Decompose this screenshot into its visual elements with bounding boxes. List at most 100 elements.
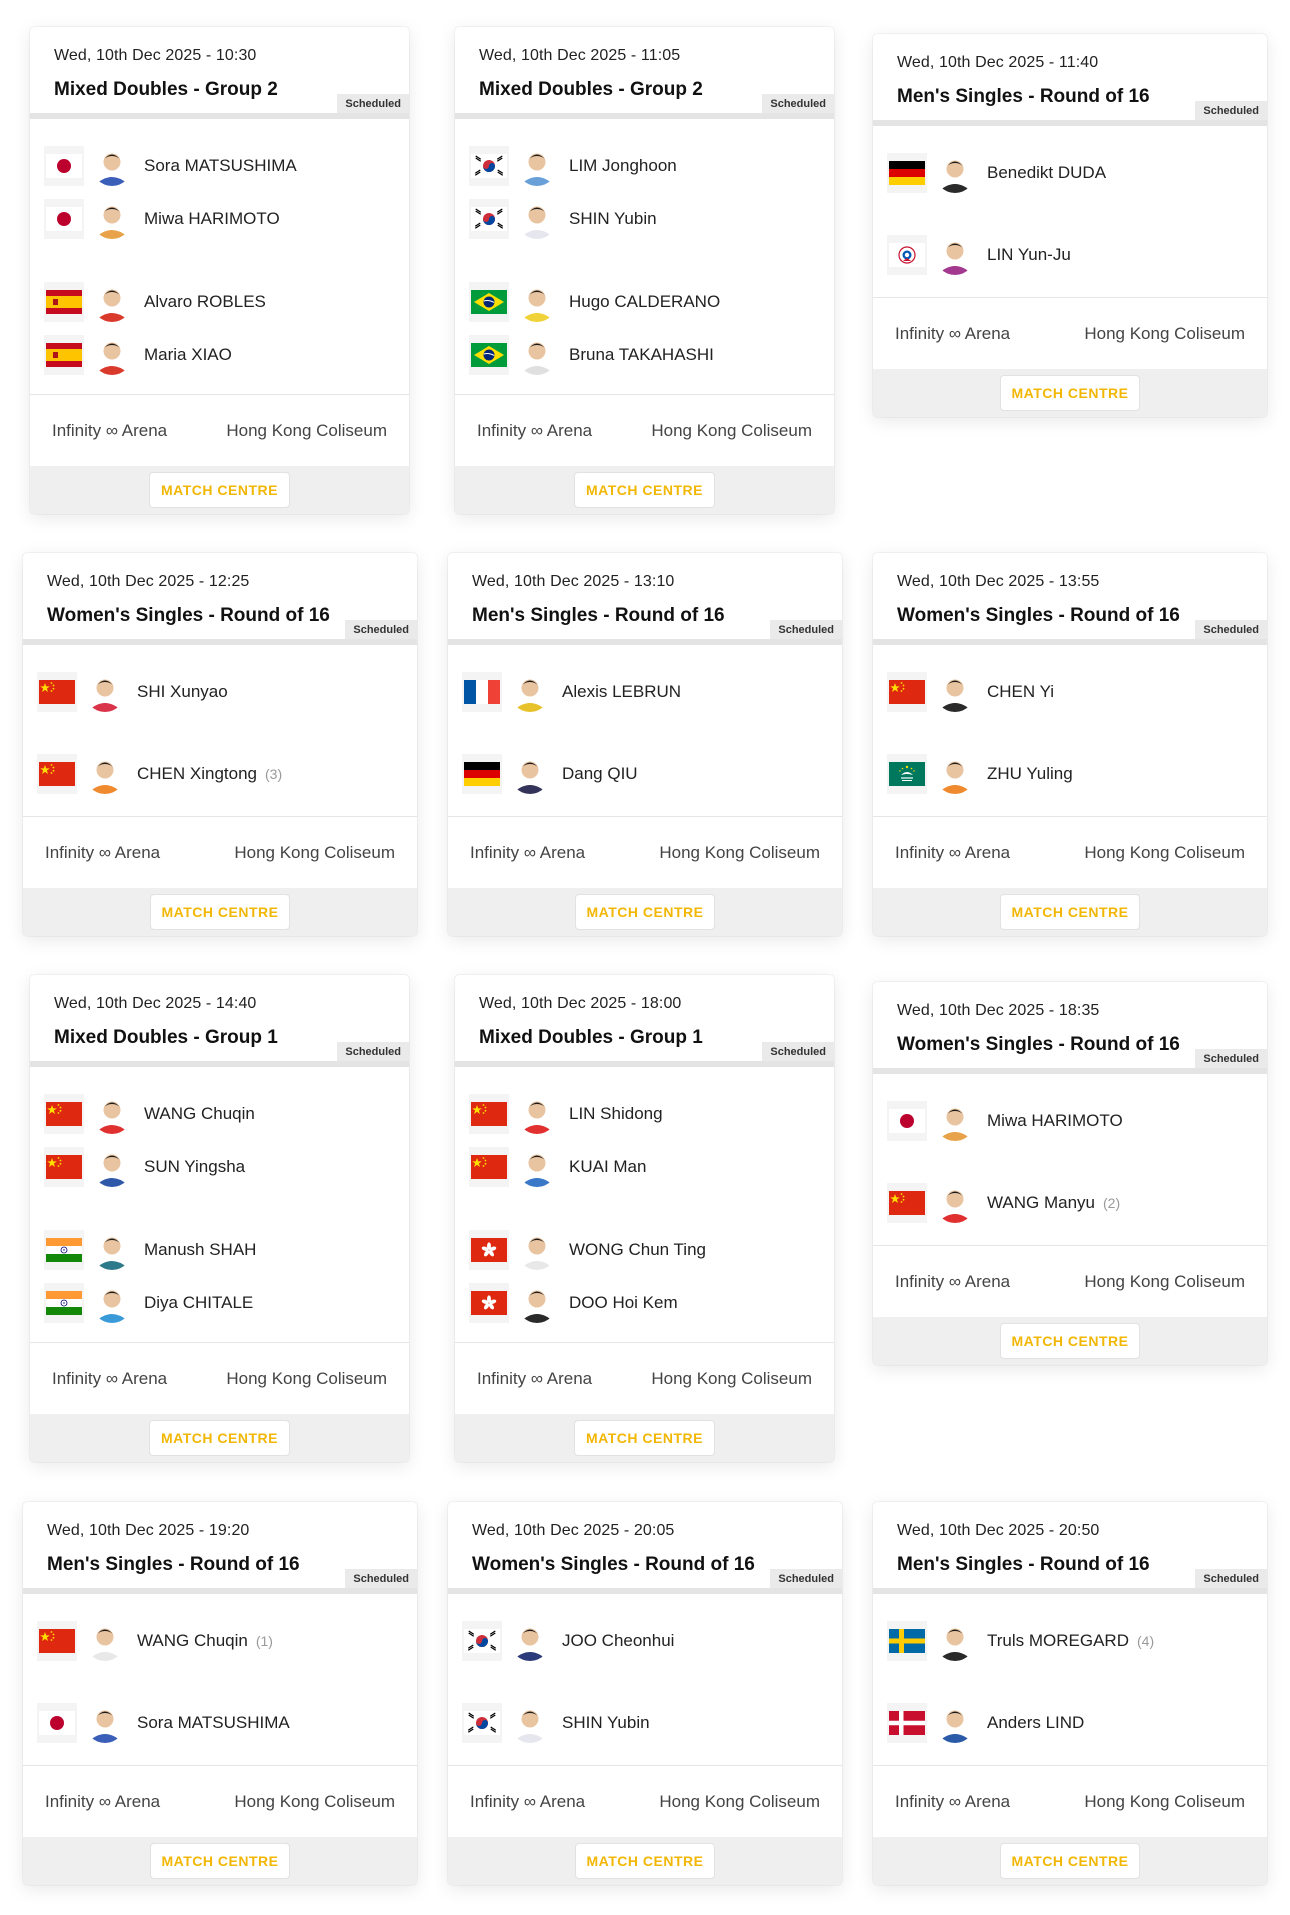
player-avatar — [517, 1283, 557, 1323]
match-centre-button[interactable]: MATCH CENTRE — [999, 894, 1141, 930]
player-row[interactable]: Miwa HARIMOTO — [887, 1096, 1123, 1146]
player-row[interactable]: WANG Chuqin — [44, 1089, 255, 1139]
player-name: LIN Yun-Ju — [987, 245, 1071, 264]
match-header: Wed, 10th Dec 2025 - 14:40 Mixed Doubles … — [30, 975, 409, 1067]
match-centre-button[interactable]: MATCH CENTRE — [574, 1843, 716, 1879]
match-datetime: Wed, 10th Dec 2025 - 19:20 — [47, 1522, 250, 1539]
player-row[interactable]: CHEN Xingtong (3) — [37, 749, 282, 799]
player-row[interactable]: DOO Hoi Kem — [469, 1278, 678, 1328]
venue-coliseum: Hong Kong Coliseum — [659, 1791, 820, 1811]
status-badge: Scheduled — [345, 1569, 417, 1588]
match-header: Wed, 10th Dec 2025 - 10:30 Mixed Doubles … — [30, 27, 409, 119]
player-name: WANG Manyu — [987, 1193, 1096, 1212]
card-footer: MATCH CENTRE — [873, 1837, 1267, 1885]
match-card: Wed, 10th Dec 2025 - 18:00 Mixed Doubles … — [455, 975, 834, 1462]
match-centre-button[interactable]: MATCH CENTRE — [149, 472, 290, 508]
player-name: Miwa HARIMOTO — [987, 1111, 1123, 1130]
player-row[interactable]: SHIN Yubin — [469, 194, 657, 244]
match-centre-button[interactable]: MATCH CENTRE — [574, 894, 716, 930]
player-name: CHEN Xingtong — [137, 764, 258, 783]
status-badge: Scheduled — [337, 94, 409, 113]
player-row[interactable]: Anders LIND — [887, 1698, 1084, 1748]
player-row[interactable]: Dang QIU — [462, 749, 638, 799]
player-row[interactable]: CHEN Yi — [887, 667, 1054, 717]
player-row[interactable]: SUN Yingsha — [44, 1142, 245, 1192]
player-row[interactable]: KUAI Man — [469, 1142, 646, 1192]
player-row[interactable]: Alexis LEBRUN — [462, 667, 681, 717]
player-row[interactable]: JOO Cheonhui — [462, 1616, 674, 1666]
player-row[interactable]: Sora MATSUSHIMA — [44, 141, 297, 191]
match-centre-button[interactable]: MATCH CENTRE — [999, 1843, 1141, 1879]
player-row[interactable]: Bruna TAKAHASHI — [469, 330, 714, 380]
player-row[interactable]: Benedikt DUDA — [887, 148, 1106, 198]
match-centre-button[interactable]: MATCH CENTRE — [149, 894, 291, 930]
status-badge: Scheduled — [1195, 1569, 1267, 1588]
player-row[interactable]: WONG Chun Ting — [469, 1225, 706, 1275]
match-datetime: Wed, 10th Dec 2025 - 20:05 — [472, 1522, 675, 1539]
player-avatar — [92, 335, 132, 375]
player-row[interactable]: Sora MATSUSHIMA — [37, 1698, 290, 1748]
player-name: Benedikt DUDA — [987, 163, 1107, 182]
venue-arena: Infinity ∞ Arena — [470, 1791, 586, 1811]
player-name: Alexis LEBRUN — [562, 682, 682, 701]
player-row[interactable]: LIN Shidong — [469, 1089, 663, 1139]
player-row[interactable]: Alvaro ROBLES — [44, 277, 266, 327]
match-centre-button[interactable]: MATCH CENTRE — [999, 375, 1141, 411]
match-datetime: Wed, 10th Dec 2025 - 18:35 — [897, 1002, 1100, 1019]
venue-row: Infinity ∞ Arena Hong Kong Coliseum — [30, 394, 409, 466]
japan-flag — [887, 1101, 927, 1141]
china-flag — [37, 672, 77, 712]
player-name: Sora MATSUSHIMA — [137, 1713, 290, 1732]
korea-flag — [469, 199, 509, 239]
player-row[interactable]: WANG Manyu (2) — [887, 1178, 1120, 1228]
match-centre-button[interactable]: MATCH CENTRE — [574, 1420, 715, 1456]
match-header: Wed, 10th Dec 2025 - 11:40 Men's Singles … — [873, 34, 1267, 126]
match-event-title: Mixed Doubles - Group 1 — [54, 1027, 278, 1048]
player-avatar — [92, 1094, 132, 1134]
match-centre-button[interactable]: MATCH CENTRE — [574, 472, 715, 508]
match-event-title: Women's Singles - Round of 16 — [897, 605, 1180, 626]
match-centre-button[interactable]: MATCH CENTRE — [999, 1323, 1141, 1359]
player-avatar — [935, 754, 975, 794]
match-event-title: Women's Singles - Round of 16 — [897, 1034, 1180, 1055]
player-row[interactable]: Maria XIAO — [44, 330, 232, 380]
player-row[interactable]: ZHU Yuling — [887, 749, 1073, 799]
player-row[interactable]: Diya CHITALE — [44, 1278, 253, 1328]
match-datetime: Wed, 10th Dec 2025 - 10:30 — [54, 47, 257, 64]
match-card: Wed, 10th Dec 2025 - 12:25 Women's Single… — [23, 553, 417, 936]
player-name: JOO Cheonhui — [562, 1631, 675, 1650]
player-avatar — [85, 1621, 125, 1661]
player-row[interactable]: LIM Jonghoon — [469, 141, 677, 191]
player-seed: (3) — [265, 766, 283, 782]
card-footer: MATCH CENTRE — [30, 1414, 409, 1462]
japan-flag — [37, 1703, 77, 1743]
status-badge: Scheduled — [762, 1042, 834, 1061]
status-badge: Scheduled — [770, 620, 842, 639]
player-avatar — [517, 1147, 557, 1187]
match-datetime: Wed, 10th Dec 2025 - 20:50 — [897, 1522, 1100, 1539]
player-row[interactable]: WANG Chuqin (1) — [37, 1616, 273, 1666]
venue-coliseum: Hong Kong Coliseum — [1084, 842, 1245, 862]
brazil-flag — [469, 335, 509, 375]
player-row[interactable]: SHIN Yubin — [462, 1698, 650, 1748]
player-name: Miwa HARIMOTO — [144, 209, 280, 228]
player-avatar — [935, 1621, 975, 1661]
player-name: CHEN Yi — [987, 682, 1055, 701]
player-seed: (4) — [1137, 1633, 1155, 1649]
player-row[interactable]: Miwa HARIMOTO — [44, 194, 280, 244]
germany-flag — [887, 153, 927, 193]
match-event-title: Men's Singles - Round of 16 — [472, 605, 725, 626]
match-centre-button[interactable]: MATCH CENTRE — [149, 1843, 291, 1879]
player-name: Manush SHAH — [144, 1240, 257, 1259]
player-row[interactable]: Truls MOREGARD (4) — [887, 1616, 1154, 1666]
player-row[interactable]: SHI Xunyao — [37, 667, 228, 717]
player-name: ZHU Yuling — [987, 764, 1073, 783]
player-row[interactable]: Manush SHAH — [44, 1225, 256, 1275]
player-row[interactable]: LIN Yun-Ju — [887, 230, 1071, 280]
korea-flag — [469, 146, 509, 186]
venue-arena: Infinity ∞ Arena — [45, 842, 161, 862]
player-row[interactable]: Hugo CALDERANO — [469, 277, 720, 327]
status-badge: Scheduled — [345, 620, 417, 639]
match-centre-button[interactable]: MATCH CENTRE — [149, 1420, 290, 1456]
card-footer: MATCH CENTRE — [873, 369, 1267, 417]
